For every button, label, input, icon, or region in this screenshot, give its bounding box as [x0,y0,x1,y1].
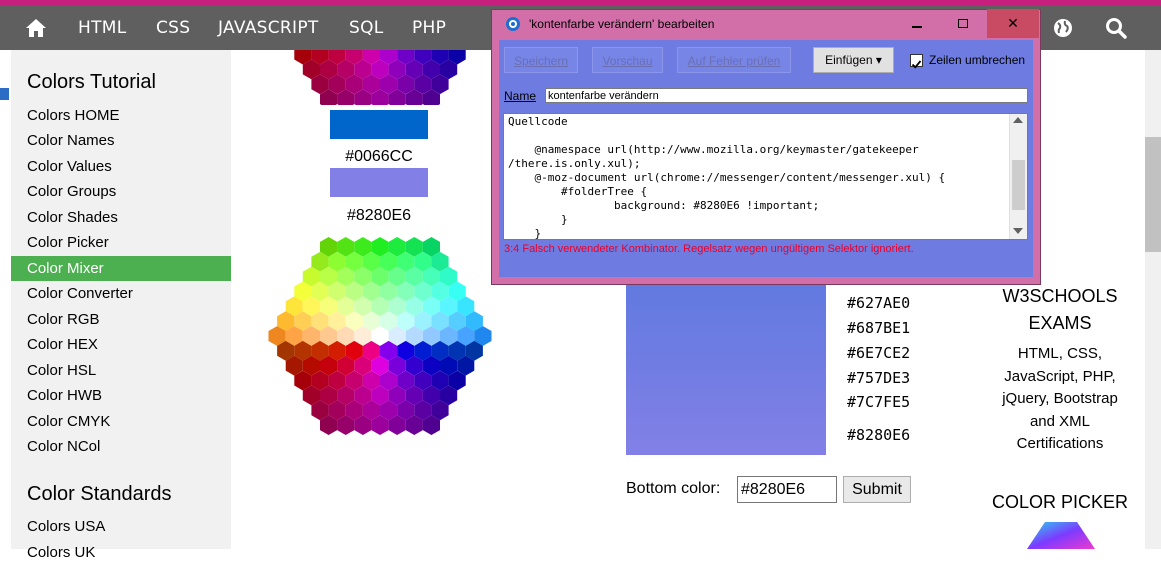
color-swatch-0066cc [330,110,428,139]
bottom-color-input[interactable] [737,476,837,503]
mixer-hex-value: #757DE3 [847,369,911,387]
sidebar-item-color-ncol[interactable]: Color NCol [11,434,231,459]
source-code-text: Quellcode @namespace url(http://www.mozi… [508,115,946,240]
exams-text-line: JavaScript, PHP, [1004,367,1116,385]
wrap-lines-checkbox[interactable] [910,54,923,69]
check-errors-button[interactable]: Auf Fehler prüfen [677,47,791,73]
mixer-hex-value: #7C7FE5 [847,393,911,411]
preview-button[interactable]: Vorschau [592,47,663,73]
color-hexagon-map-top[interactable] [290,50,470,105]
minimize-icon [912,25,922,28]
error-message: 3:4 Falsch verwendeter Kombinator. Regel… [504,243,914,255]
globe-icon[interactable] [1043,6,1083,50]
exams-description: HTML, CSS, JavaScript, PHP, jQuery, Boot… [985,343,1135,456]
sidebar-item-color-hex[interactable]: Color HEX [11,332,231,357]
sidebar-title: Colors Tutorial [27,71,156,93]
exams-text-line: and XML [1029,412,1091,430]
exams-text-line: Certifications [1016,435,1104,452]
exams-text-line: HTML, CSS, [1017,345,1103,362]
mixer-hex-value: #8280E6 [847,426,911,444]
edge-marker [0,88,9,100]
maximize-button[interactable] [940,9,986,38]
sidebar-item-color-picker[interactable]: Color Picker [11,230,231,255]
sidebar-title-standards: Color Standards [27,483,172,505]
exams-text-line: jQuery, Bootstrap [1002,390,1118,407]
maximize-icon [958,19,968,28]
exams-heading-line2: EXAMS [1028,313,1092,333]
minimize-button[interactable] [894,9,940,38]
sidebar-item-color-mixer[interactable]: Color Mixer [11,256,231,281]
source-code-editor[interactable]: Quellcode @namespace url(http://www.mozi… [503,113,1028,240]
scroll-down-arrow-icon[interactable] [1013,228,1023,234]
name-label: Name [504,89,537,103]
nav-php[interactable]: PHP [412,6,446,50]
wrap-lines-label[interactable]: Zeilen umbrechen [929,53,1025,67]
exams-heading-line1: W3SCHOOLS [1002,286,1118,306]
close-button[interactable]: ✕ [987,9,1039,38]
sidebar-item-colors-home[interactable]: Colors HOME [11,103,231,128]
checkmark-icon [911,60,922,69]
color-picker-heading[interactable]: COLOR PICKER [985,492,1135,513]
nav-sql[interactable]: SQL [349,6,384,50]
color-hexagon-map[interactable] [258,232,502,440]
color-picker-logo[interactable] [1027,522,1095,549]
bottom-color-label: Bottom color: [626,480,721,497]
close-icon: ✕ [1007,15,1019,32]
sidebar-item-colors-usa[interactable]: Colors USA [11,514,231,539]
code-scrollbar[interactable] [1009,114,1027,239]
scroll-up-arrow-icon[interactable] [1013,117,1023,123]
sidebar-item-color-names[interactable]: Color Names [11,128,231,153]
sidebar-item-color-rgb[interactable]: Color RGB [11,307,231,332]
page-scrollbar[interactable] [1145,50,1161,549]
search-icon[interactable] [1096,6,1136,50]
mixer-hex-value: #6E7CE2 [847,344,911,362]
sidebar-item-color-shades[interactable]: Color Shades [11,205,231,230]
color-swatch-8280e6 [330,168,428,197]
swatch-hex-label: #0066CC [345,148,413,165]
insert-dropdown-button[interactable]: Einfügen ▾ [813,47,894,73]
sidebar-item-color-groups[interactable]: Color Groups [11,179,231,204]
nav-css[interactable]: CSS [156,6,190,50]
nav-html[interactable]: HTML [78,6,127,50]
code-scrollbar-thumb[interactable] [1012,160,1025,210]
nav-javascript[interactable]: JAVASCRIPT [218,6,319,50]
sidebar: Colors Tutorial Colors HOME Color Names … [11,50,231,561]
mixer-hex-value: #687BE1 [847,319,911,337]
home-icon[interactable] [16,6,56,50]
sidebar-item-color-hsl[interactable]: Color HSL [11,358,231,383]
mixer-color-column [626,285,826,455]
sidebar-item-color-cmyk[interactable]: Color CMYK [11,409,231,434]
swatch-hex-label: #8280E6 [346,207,412,224]
app-icon [506,17,520,31]
exams-heading[interactable]: W3SCHOOLS EXAMS [985,283,1135,337]
dialog-title: 'kontenfarbe verändern' bearbeiten [529,17,715,31]
save-button[interactable]: Speichern [504,47,578,73]
submit-button[interactable]: Submit [843,476,911,503]
sidebar-item-color-values[interactable]: Color Values [11,154,231,179]
sidebar-item-colors-uk[interactable]: Colors UK [11,540,231,565]
sidebar-item-color-converter[interactable]: Color Converter [11,281,231,306]
left-edge-strip [0,50,11,549]
sidebar-item-color-hwb[interactable]: Color HWB [11,383,231,408]
page-scrollbar-thumb[interactable] [1145,137,1161,252]
name-input[interactable] [545,88,1028,103]
mixer-hex-value: #627AE0 [847,294,911,312]
